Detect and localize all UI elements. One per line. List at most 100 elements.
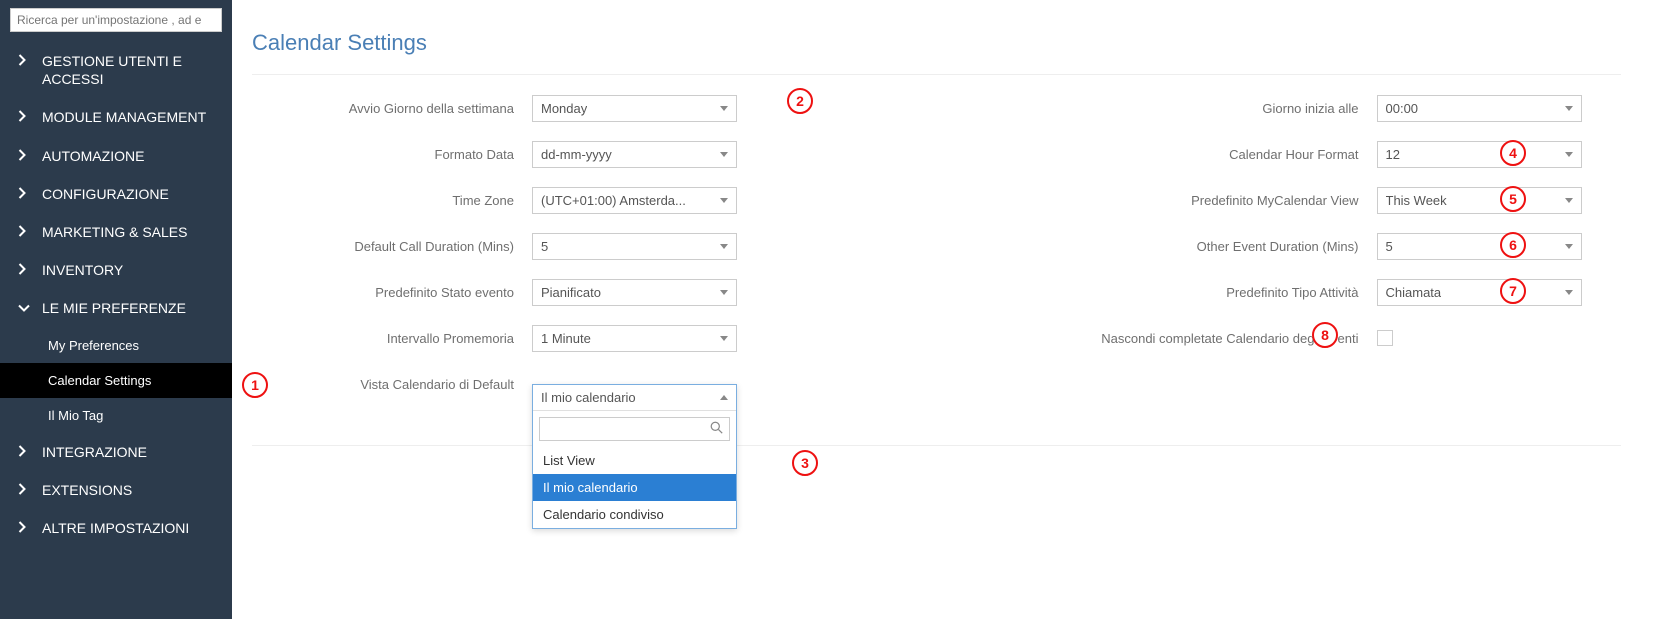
annotation-8: 8 bbox=[1312, 322, 1338, 348]
caret-down-icon bbox=[720, 336, 728, 341]
chevron-right-icon bbox=[18, 443, 32, 461]
sidebar: GESTIONE UTENTI E ACCESSI MODULE MANAGEM… bbox=[0, 0, 232, 619]
annotation-5: 5 bbox=[1500, 186, 1526, 212]
page-title: Calendar Settings bbox=[252, 30, 1621, 56]
nav-label: ALTRE IMPOSTAZIONI bbox=[42, 519, 189, 537]
select-value: (UTC+01:00) Amsterda... bbox=[541, 193, 686, 208]
select-other-event-duration[interactable]: 5 bbox=[1377, 233, 1582, 260]
select-activity-type[interactable]: Chiamata bbox=[1377, 279, 1582, 306]
caret-down-icon bbox=[1565, 290, 1573, 295]
chevron-right-icon bbox=[18, 261, 32, 279]
select-hour-format[interactable]: 12 bbox=[1377, 141, 1582, 168]
select-value: 00:00 bbox=[1386, 101, 1419, 116]
label-week-start: Avvio Giorno della settimana bbox=[252, 101, 532, 116]
caret-down-icon bbox=[1565, 152, 1573, 157]
select-value: Monday bbox=[541, 101, 587, 116]
nav-label: EXTENSIONS bbox=[42, 481, 132, 499]
select-date-format[interactable]: dd-mm-yyyy bbox=[532, 141, 737, 168]
nav-module-management[interactable]: MODULE MANAGEMENT bbox=[0, 98, 232, 136]
nav-sub-label: Il Mio Tag bbox=[48, 408, 103, 423]
dropdown-panel: Il mio calendario bbox=[532, 384, 737, 529]
nav-extensions[interactable]: EXTENSIONS bbox=[0, 471, 232, 509]
chevron-down-icon bbox=[18, 299, 32, 317]
checkbox-hide-completed[interactable] bbox=[1377, 330, 1393, 346]
label-day-start: Giorno inizia alle bbox=[957, 101, 1377, 116]
select-value: 5 bbox=[541, 239, 548, 254]
nav-label: CONFIGURAZIONE bbox=[42, 185, 169, 203]
chevron-right-icon bbox=[18, 519, 32, 537]
chevron-right-icon bbox=[18, 185, 32, 203]
dropdown-option-shared-calendar[interactable]: Calendario condiviso bbox=[533, 501, 736, 528]
caret-down-icon bbox=[720, 244, 728, 249]
label-default-calendar-view: Vista Calendario di Default bbox=[252, 377, 532, 392]
nav-label: INTEGRAZIONE bbox=[42, 443, 147, 461]
select-value: dd-mm-yyyy bbox=[541, 147, 612, 162]
caret-down-icon bbox=[1565, 106, 1573, 111]
annotation-2: 2 bbox=[787, 88, 813, 114]
form-left-column: Avvio Giorno della settimana Monday Form… bbox=[252, 93, 917, 415]
select-week-start[interactable]: Monday bbox=[532, 95, 737, 122]
annotation-7: 7 bbox=[1500, 278, 1526, 304]
select-value: Il mio calendario bbox=[541, 390, 636, 405]
caret-up-icon bbox=[720, 395, 728, 400]
caret-down-icon bbox=[720, 106, 728, 111]
select-day-start[interactable]: 00:00 bbox=[1377, 95, 1582, 122]
label-hour-format: Calendar Hour Format bbox=[957, 147, 1377, 162]
select-event-status[interactable]: Pianificato bbox=[532, 279, 737, 306]
label-reminder-interval: Intervallo Promemoria bbox=[252, 331, 532, 346]
label-call-duration: Default Call Duration (Mins) bbox=[252, 239, 532, 254]
nav-calendar-settings[interactable]: Calendar Settings bbox=[0, 363, 232, 398]
select-value: 1 Minute bbox=[541, 331, 591, 346]
label-other-event-duration: Other Event Duration (Mins) bbox=[957, 239, 1377, 254]
nav-altre-impostazioni[interactable]: ALTRE IMPOSTAZIONI bbox=[0, 509, 232, 547]
nav-label: INVENTORY bbox=[42, 261, 123, 279]
option-label: Calendario condiviso bbox=[543, 507, 664, 522]
chevron-right-icon bbox=[18, 481, 32, 499]
chevron-right-icon bbox=[18, 147, 32, 165]
select-call-duration[interactable]: 5 bbox=[532, 233, 737, 260]
dropdown-option-list-view[interactable]: List View bbox=[533, 447, 736, 474]
option-label: Il mio calendario bbox=[543, 480, 638, 495]
dropdown-search[interactable] bbox=[539, 417, 730, 441]
dropdown-current-value[interactable]: Il mio calendario bbox=[533, 385, 736, 411]
caret-down-icon bbox=[1565, 244, 1573, 249]
nav-sub-label: Calendar Settings bbox=[48, 373, 151, 388]
nav-marketing-sales[interactable]: MARKETING & SALES bbox=[0, 213, 232, 251]
chevron-right-icon bbox=[18, 223, 32, 241]
label-mycalendar-view: Predefinito MyCalendar View bbox=[957, 193, 1377, 208]
nav-sub-label: My Preferences bbox=[48, 338, 139, 353]
nav-label: MARKETING & SALES bbox=[42, 223, 187, 241]
select-reminder-interval[interactable]: 1 Minute bbox=[532, 325, 737, 352]
nav-gestione-utenti[interactable]: GESTIONE UTENTI E ACCESSI bbox=[0, 42, 232, 98]
label-date-format: Formato Data bbox=[252, 147, 532, 162]
nav-label: GESTIONE UTENTI E ACCESSI bbox=[42, 52, 218, 88]
select-mycalendar-view[interactable]: This Week bbox=[1377, 187, 1582, 214]
nav-label: AUTOMAZIONE bbox=[42, 147, 144, 165]
label-activity-type: Predefinito Tipo Attività bbox=[957, 285, 1377, 300]
select-value: Chiamata bbox=[1386, 285, 1442, 300]
nav-inventory[interactable]: INVENTORY bbox=[0, 251, 232, 289]
nav-my-preferences[interactable]: My Preferences bbox=[0, 328, 232, 363]
annotation-1: 1 bbox=[242, 372, 268, 398]
nav-il-mio-tag[interactable]: Il Mio Tag bbox=[0, 398, 232, 433]
nav-le-mie-preferenze[interactable]: LE MIE PREFERENZE bbox=[0, 289, 232, 327]
select-value: This Week bbox=[1386, 193, 1447, 208]
label-event-status: Predefinito Stato evento bbox=[252, 285, 532, 300]
dropdown-option-my-calendar[interactable]: Il mio calendario bbox=[533, 474, 736, 501]
nav-label: MODULE MANAGEMENT bbox=[42, 108, 206, 126]
chevron-right-icon bbox=[18, 108, 32, 126]
dropdown-search-input[interactable] bbox=[546, 422, 710, 436]
divider bbox=[252, 74, 1621, 75]
caret-down-icon bbox=[1565, 198, 1573, 203]
settings-search-input[interactable] bbox=[10, 8, 222, 32]
caret-down-icon bbox=[720, 198, 728, 203]
annotation-3: 3 bbox=[792, 450, 818, 476]
search-icon bbox=[710, 421, 723, 437]
label-timezone: Time Zone bbox=[252, 193, 532, 208]
nav-integrazione[interactable]: INTEGRAZIONE bbox=[0, 433, 232, 471]
select-value: 12 bbox=[1386, 147, 1400, 162]
main-content: Calendar Settings Avvio Giorno della set… bbox=[232, 0, 1671, 619]
select-timezone[interactable]: (UTC+01:00) Amsterda... bbox=[532, 187, 737, 214]
nav-configurazione[interactable]: CONFIGURAZIONE bbox=[0, 175, 232, 213]
nav-automazione[interactable]: AUTOMAZIONE bbox=[0, 137, 232, 175]
